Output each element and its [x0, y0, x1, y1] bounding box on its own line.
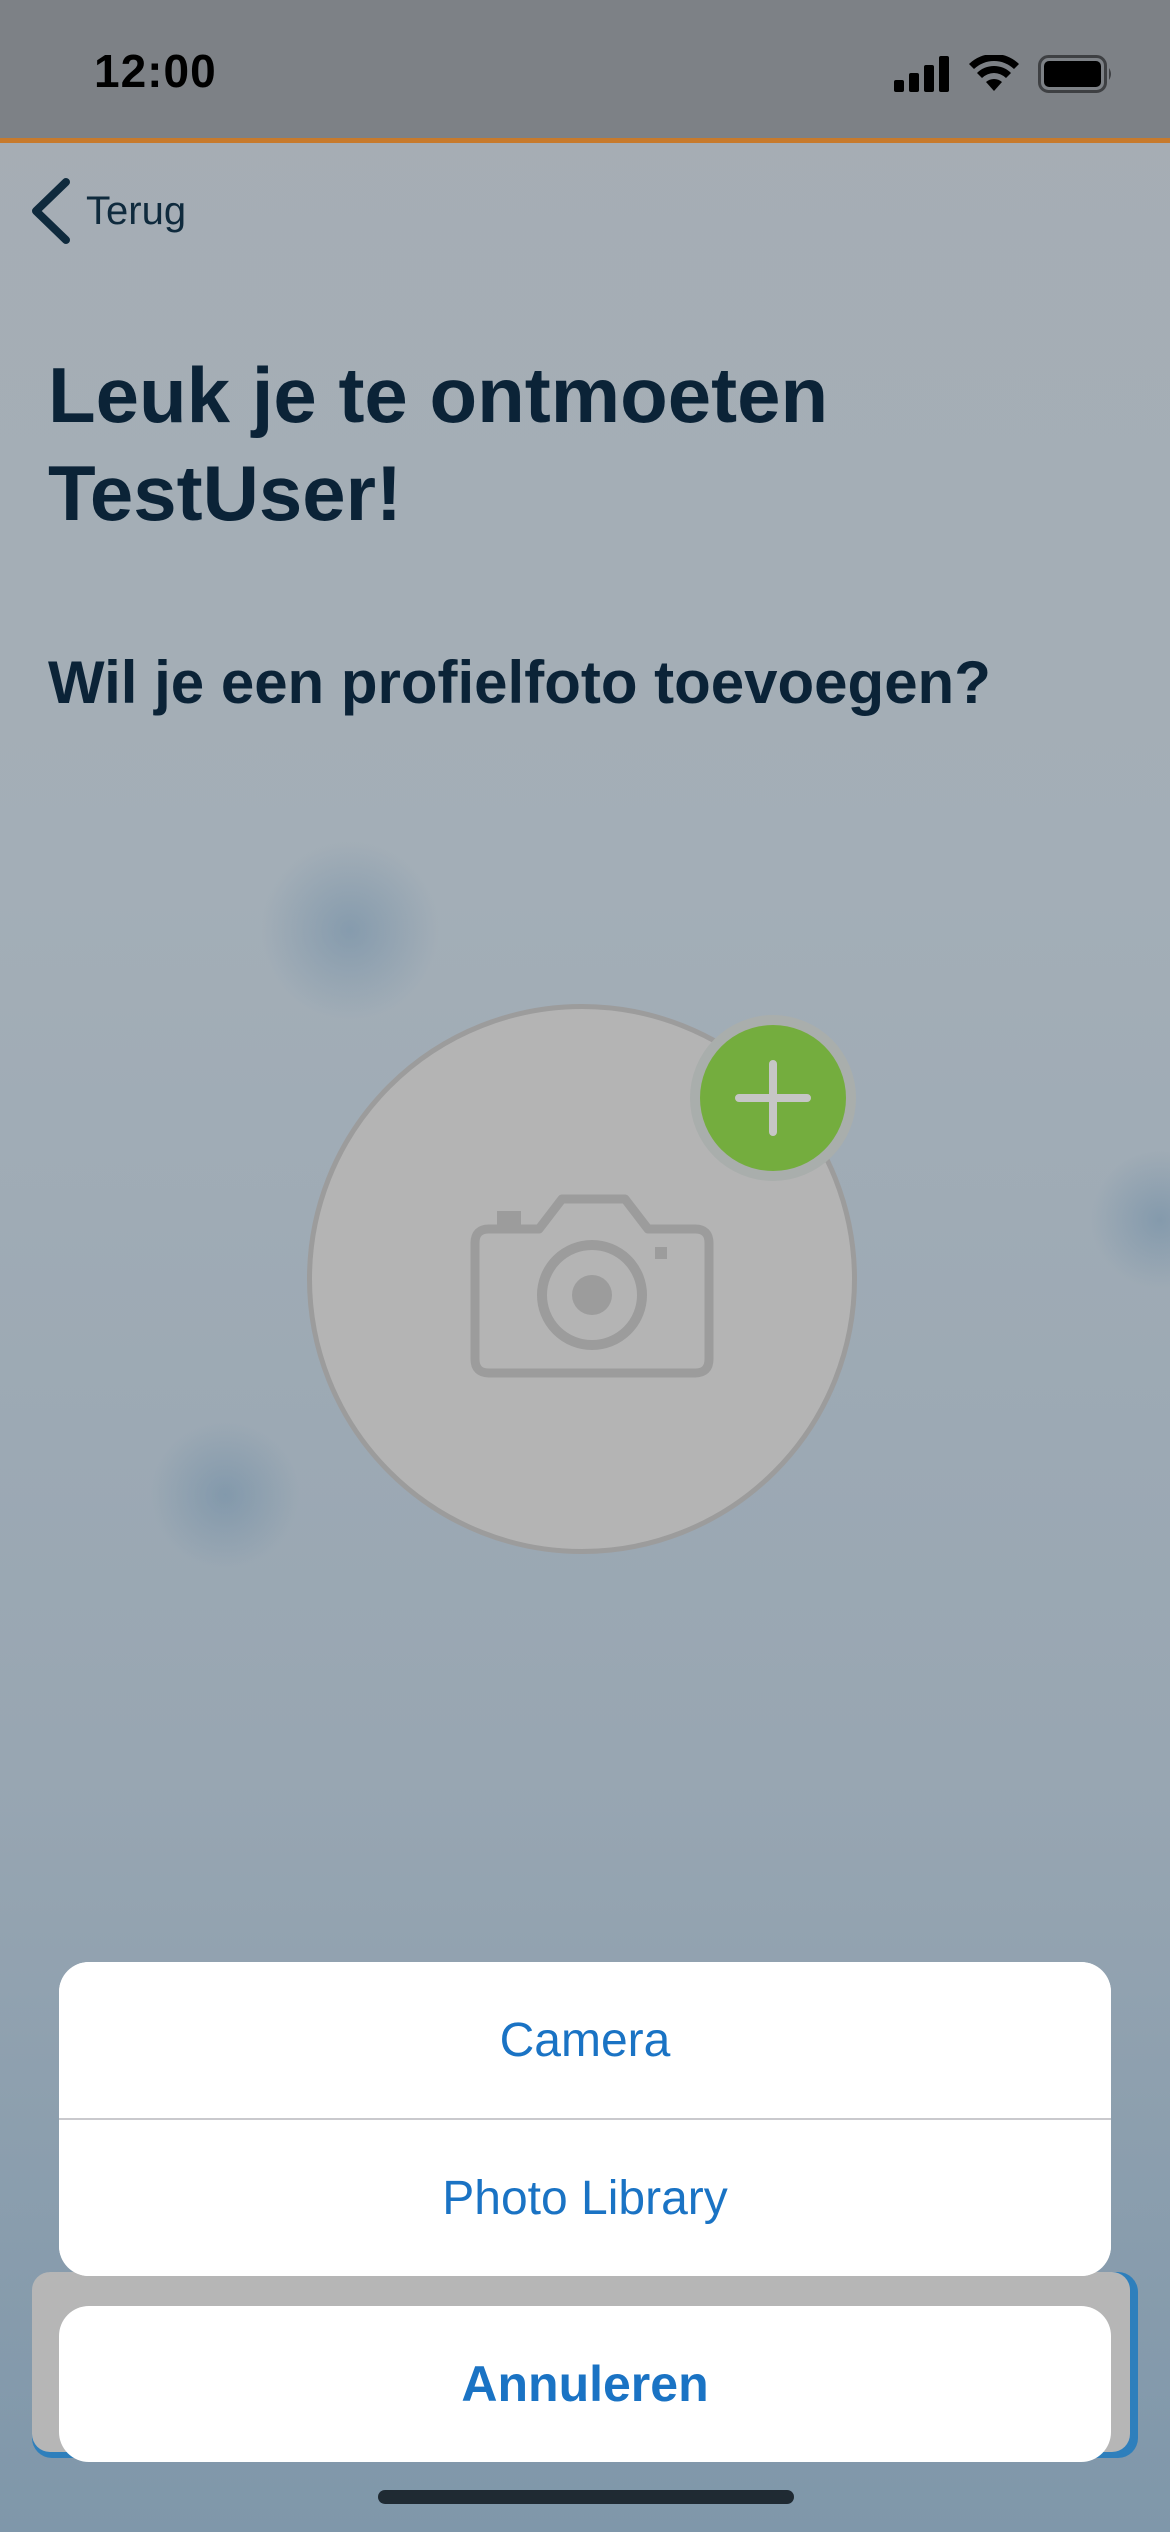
cellular-signal-icon [894, 56, 949, 92]
page-subtitle: Wil je een profielfoto toevoegen? [48, 649, 991, 716]
cancel-button[interactable]: Annuleren [59, 2306, 1111, 2462]
camera-icon [470, 1194, 714, 1378]
status-icons [894, 52, 1114, 96]
home-indicator[interactable] [378, 2490, 794, 2504]
add-photo-button[interactable] [690, 1015, 856, 1181]
back-label: Terug [86, 188, 187, 233]
action-sheet: Camera Photo Library [59, 1962, 1111, 2276]
wifi-icon [969, 55, 1019, 91]
back-button[interactable]: Terug [28, 178, 186, 244]
battery-icon [1038, 55, 1111, 93]
background-bubble [150, 1420, 300, 1570]
photo-library-option-button[interactable]: Photo Library [59, 2120, 1111, 2276]
plus-icon [735, 1060, 811, 1136]
background-bubble [1090, 1150, 1170, 1290]
background-bubble [260, 840, 440, 1020]
page-title: Leuk je te ontmoeten TestUser! [48, 351, 829, 537]
camera-option-button[interactable]: Camera [59, 1962, 1111, 2118]
add-photo-button-fill [700, 1025, 846, 1171]
status-time: 12:00 [94, 45, 217, 97]
status-bar: 12:00 [0, 0, 1170, 143]
chevron-left-icon [32, 178, 70, 244]
